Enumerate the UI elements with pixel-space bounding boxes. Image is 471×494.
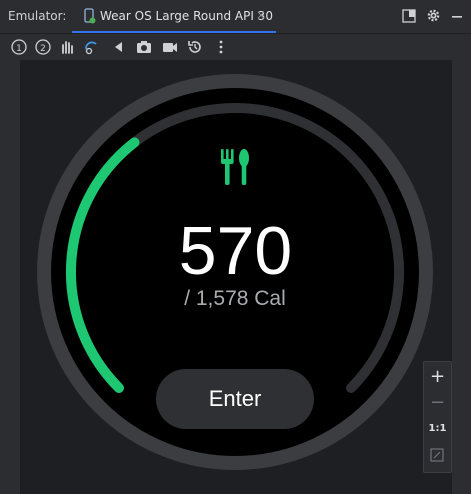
zoom-out-button[interactable]: −	[424, 392, 451, 413]
zoom-actual-size-button[interactable]: 1:1	[424, 423, 451, 434]
zoom-controls: + − 1:1	[423, 361, 452, 473]
zoom-in-button[interactable]: +	[424, 366, 451, 387]
enter-button[interactable]: Enter	[156, 369, 314, 429]
zoom-fit-icon[interactable]	[430, 448, 444, 462]
calories-goal: / 1,578 Cal	[184, 287, 286, 310]
